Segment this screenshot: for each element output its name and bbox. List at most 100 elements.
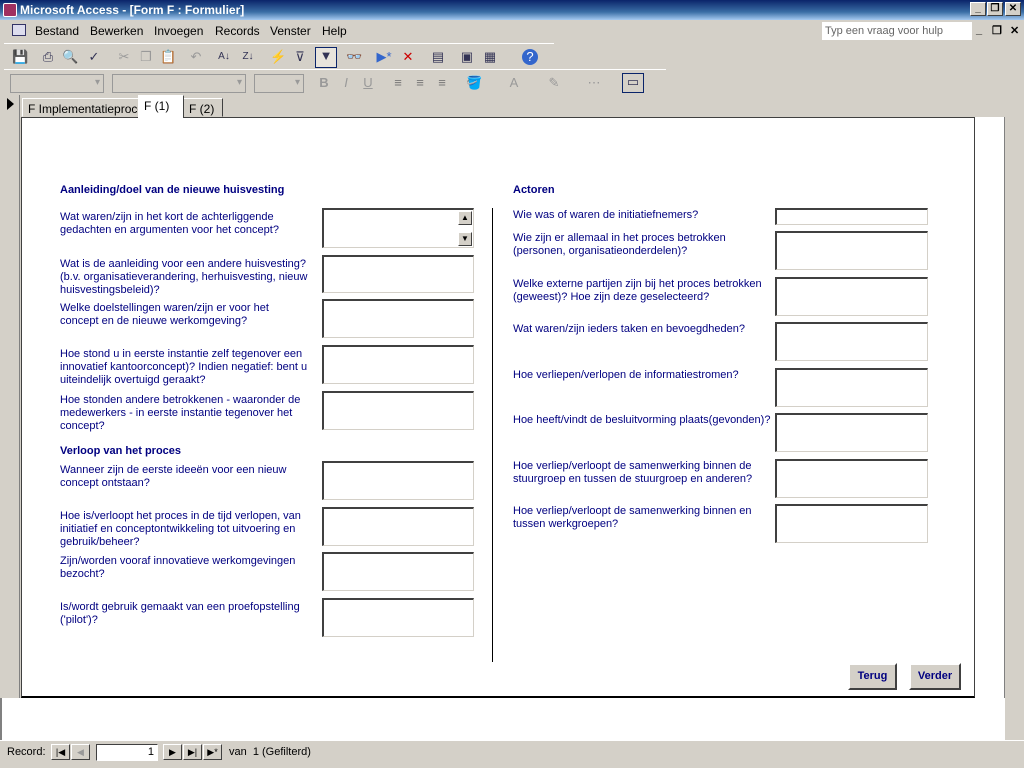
- scroll-up-icon[interactable]: ▲: [458, 211, 472, 225]
- current-record-arrow-icon: [7, 98, 14, 110]
- tab-f-1[interactable]: F (1): [138, 95, 184, 118]
- actoren-answer-textbox[interactable]: [775, 277, 928, 316]
- database-window-icon[interactable]: ▣: [459, 49, 475, 65]
- underline-icon[interactable]: U: [360, 75, 376, 91]
- verloop-answer-textbox[interactable]: [322, 461, 474, 500]
- next-button[interactable]: Verder: [909, 663, 961, 690]
- new-record-nav-button[interactable]: ▶*: [203, 744, 222, 760]
- first-record-button[interactable]: |◀: [51, 744, 70, 760]
- font-size-select[interactable]: [254, 74, 304, 93]
- menu-help[interactable]: Help: [322, 24, 347, 38]
- aanleiding-answer-textbox[interactable]: [322, 345, 474, 384]
- actoren-answer-textbox[interactable]: [775, 413, 928, 452]
- new-object-icon[interactable]: ▦: [482, 49, 498, 65]
- aanleiding-question-label: Welke doelstellingen waren/zijn er voor …: [60, 302, 269, 327]
- new-record-icon[interactable]: ▶*: [376, 49, 392, 65]
- spelling-icon[interactable]: ✓: [86, 49, 102, 65]
- aanleiding-answer-textbox[interactable]: [322, 255, 474, 293]
- line-color-icon[interactable]: ✎: [546, 75, 562, 91]
- actoren-answer-textbox[interactable]: [775, 231, 928, 270]
- find-icon[interactable]: 👓: [346, 49, 362, 65]
- restore-button[interactable]: ❐: [987, 2, 1003, 16]
- next-record-button[interactable]: ▶: [163, 744, 182, 760]
- verloop-answer-textbox[interactable]: [322, 552, 474, 591]
- actoren-question-label: Hoe verliep/verloopt de samenwerking bin…: [513, 505, 752, 530]
- sort-ascending-icon[interactable]: A↓: [216, 49, 232, 65]
- close-button[interactable]: ✕: [1005, 2, 1021, 16]
- menu-bewerken[interactable]: Bewerken: [90, 24, 143, 38]
- aanleiding-answer-textbox[interactable]: [322, 299, 474, 338]
- actoren-answer-textbox[interactable]: [775, 504, 928, 543]
- actoren-answer-textbox[interactable]: [775, 208, 928, 225]
- verloop-answer-textbox[interactable]: [322, 507, 474, 546]
- actoren-question-label: Hoe heeft/vindt de besluitvorming plaats…: [513, 414, 771, 426]
- verloop-question-label: Zijn/worden vooraf innovatieve werkomgev…: [60, 555, 296, 580]
- aanleiding-answer-textbox[interactable]: [322, 391, 474, 430]
- menu-bestand[interactable]: Bestand: [35, 24, 79, 38]
- special-effect-icon[interactable]: ▭: [622, 73, 644, 93]
- cut-icon[interactable]: ✂: [116, 49, 132, 65]
- copy-icon[interactable]: ❐: [138, 49, 154, 65]
- last-record-button[interactable]: ▶|: [183, 744, 202, 760]
- help-search-input[interactable]: Typ een vraag voor hulp: [822, 22, 972, 40]
- bold-icon[interactable]: B: [316, 75, 332, 91]
- actoren-question-label: Hoe verliep/verloopt de samenwerking bin…: [513, 460, 753, 485]
- help-icon[interactable]: ?: [522, 49, 538, 65]
- actoren-question-label: Wie zijn er allemaal in het proces betro…: [513, 232, 726, 257]
- print-icon[interactable]: ⎙: [40, 49, 56, 65]
- tab-f-implementatieproces[interactable]: F Implementatieproces: [22, 98, 157, 117]
- form-view-toolbar: 💾 ⎙ 🔍 ✓ ✂ ❐ 📋 ↶ A↓ Z↓ ⚡ ⊽ ▼ 👓 ▶* ✕ ▤ ▣ ▦…: [4, 43, 554, 69]
- section-heading-verloop: Verloop van het proces: [60, 445, 182, 457]
- form-footer-area: [0, 698, 1005, 740]
- section-heading-aanleiding: Aanleiding/doel van de nieuwe huisvestin…: [60, 184, 285, 196]
- actoren-answer-textbox[interactable]: [775, 322, 928, 361]
- verloop-answer-textbox[interactable]: [322, 598, 474, 637]
- fill-color-icon[interactable]: 🪣: [466, 75, 482, 91]
- section-heading-actoren: Actoren: [513, 184, 555, 196]
- record-label: Record:: [7, 746, 46, 758]
- verloop-question-label: Wanneer zijn de eerste ideeën voor een n…: [60, 464, 287, 489]
- align-left-icon[interactable]: ≡: [390, 75, 406, 91]
- form-icon: [12, 24, 26, 36]
- verloop-question-label: Is/wordt gebruik gemaakt van een proefop…: [60, 601, 300, 626]
- align-center-icon[interactable]: ≡: [412, 75, 428, 91]
- properties-icon[interactable]: ▤: [430, 49, 446, 65]
- border-width-icon[interactable]: ⋯: [586, 75, 602, 91]
- title-bar: Microsoft Access - [Form F : Formulier]: [0, 0, 1024, 20]
- menu-records[interactable]: Records: [215, 24, 260, 38]
- object-select[interactable]: [10, 74, 104, 93]
- record-selector[interactable]: [0, 95, 20, 698]
- aanleiding-question-label: Hoe stond u in eerste instantie zelf teg…: [60, 348, 308, 386]
- aanleiding-answer-textbox[interactable]: ▲ ▼: [322, 208, 474, 248]
- mdi-close-button[interactable]: ✕: [1010, 24, 1019, 37]
- sort-descending-icon[interactable]: Z↓: [240, 49, 256, 65]
- menu-venster[interactable]: Venster: [270, 24, 311, 38]
- filter-by-form-icon[interactable]: ⊽: [292, 49, 308, 65]
- italic-icon[interactable]: I: [338, 75, 354, 91]
- record-number-input[interactable]: 1: [96, 744, 158, 761]
- apply-filter-icon[interactable]: ▼: [315, 47, 337, 68]
- save-icon[interactable]: 💾: [12, 49, 28, 65]
- record-count: van 1 (Gefilterd): [229, 746, 311, 758]
- font-color-icon[interactable]: A: [506, 75, 522, 91]
- actoren-question-label: Wie was of waren de initiatiefnemers?: [513, 209, 699, 221]
- previous-record-button[interactable]: ◀: [71, 744, 90, 760]
- align-right-icon[interactable]: ≡: [434, 75, 450, 91]
- actoren-question-label: Hoe verliepen/verlopen de informatiestro…: [513, 369, 739, 381]
- tab-f-2[interactable]: F (2): [183, 98, 223, 117]
- actoren-answer-textbox[interactable]: [775, 368, 928, 407]
- font-select[interactable]: [112, 74, 246, 93]
- menu-invoegen[interactable]: Invoegen: [154, 24, 203, 38]
- undo-icon[interactable]: ↶: [188, 49, 204, 65]
- delete-record-icon[interactable]: ✕: [400, 49, 416, 65]
- minimize-button[interactable]: _: [970, 2, 986, 16]
- mdi-restore-button[interactable]: ❐: [992, 24, 1002, 37]
- print-preview-icon[interactable]: 🔍: [62, 49, 78, 65]
- scroll-down-icon[interactable]: ▼: [458, 232, 472, 246]
- filter-by-selection-icon[interactable]: ⚡: [270, 49, 286, 65]
- mdi-minimize-button[interactable]: _: [976, 24, 982, 36]
- column-divider: [492, 208, 493, 662]
- paste-icon[interactable]: 📋: [160, 49, 176, 65]
- back-button[interactable]: Terug: [848, 663, 897, 690]
- actoren-answer-textbox[interactable]: [775, 459, 928, 498]
